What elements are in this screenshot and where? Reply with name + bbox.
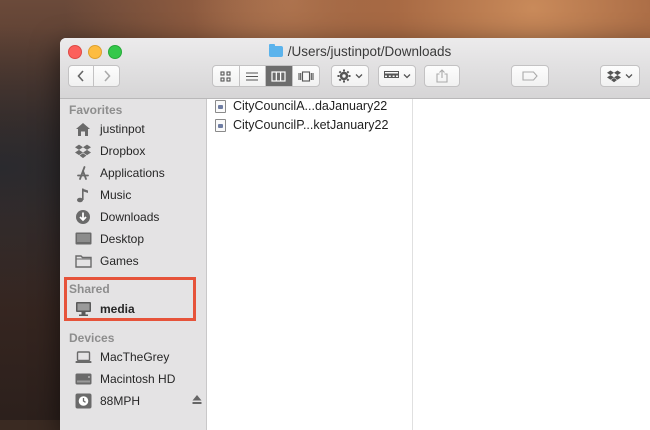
sidebar-item-88mph[interactable]: 88MPH: [74, 391, 202, 411]
dropbox-icon: [607, 70, 621, 82]
list-view-icon: [246, 71, 259, 81]
folder-icon: [268, 44, 283, 57]
sidebar-item-desktop[interactable]: Desktop: [74, 229, 144, 249]
arrange-icon: [383, 71, 399, 78]
icon-view-button[interactable]: [213, 66, 240, 86]
favorites-heading: Favorites: [69, 103, 123, 117]
file-item[interactable]: CityCouncilP...ketJanuary22: [215, 116, 388, 134]
chevron-down-icon: [625, 74, 633, 79]
window-title: /Users/justinpot/Downloads: [60, 44, 650, 59]
chevron-down-icon: [355, 74, 363, 79]
sidebar-item-music[interactable]: Music: [74, 185, 131, 205]
sidebar-item-downloads[interactable]: Downloads: [74, 207, 159, 227]
dropbox-icon: [74, 142, 92, 160]
chevron-left-icon: [77, 70, 84, 82]
laptop-icon: [74, 348, 92, 366]
chevron-right-icon: [103, 70, 111, 82]
sidebar-item-applications[interactable]: Applications: [74, 163, 165, 183]
music-icon: [74, 186, 92, 204]
view-mode-control: [212, 65, 320, 87]
devices-heading: Devices: [69, 331, 115, 345]
tag-icon: [522, 71, 538, 81]
applications-icon: [74, 164, 92, 182]
arrange-menu-button[interactable]: [378, 65, 416, 87]
file-item[interactable]: CityCouncilA...daJanuary22: [215, 97, 387, 115]
forward-button[interactable]: [94, 66, 119, 86]
list-view-button[interactable]: [240, 66, 266, 86]
column-browser: [207, 99, 650, 430]
chevron-down-icon: [403, 74, 410, 79]
sidebar-item-macthegrey[interactable]: MacTheGrey: [74, 347, 169, 367]
navigation-buttons: [68, 65, 120, 87]
document-icon: [215, 99, 226, 113]
sidebar-item-justinpot[interactable]: justinpot: [74, 119, 145, 139]
time-machine-drive-icon: [74, 392, 92, 410]
eject-icon[interactable]: [192, 394, 202, 408]
gear-icon: [337, 69, 351, 83]
column-view-icon: [271, 70, 286, 82]
title-bar[interactable]: /Users/justinpot/Downloads: [60, 38, 650, 99]
sidebar-item-dropbox[interactable]: Dropbox: [74, 141, 145, 161]
tags-button[interactable]: [511, 65, 549, 87]
sidebar-item-games[interactable]: Games: [74, 251, 139, 271]
back-button[interactable]: [69, 66, 95, 86]
column-view-button[interactable]: [266, 66, 293, 86]
cover-flow-view-button[interactable]: [293, 66, 319, 86]
action-menu-button[interactable]: [331, 65, 369, 87]
sidebar-item-macintosh-hd[interactable]: Macintosh HD: [74, 369, 175, 389]
sidebar: Favorites justinpot Dropbox Applications…: [60, 99, 207, 430]
icon-view-icon: [220, 70, 231, 82]
downloads-icon: [74, 208, 92, 226]
dropbox-menu-button[interactable]: [600, 65, 640, 87]
share-icon: [436, 69, 448, 83]
shared-highlight-box: [64, 277, 196, 321]
hard-drive-icon: [74, 370, 92, 388]
share-button[interactable]: [424, 65, 460, 87]
document-icon: [215, 118, 226, 132]
cover-flow-icon: [298, 70, 314, 82]
folder-icon: [74, 252, 92, 270]
column-divider[interactable]: [412, 99, 413, 430]
desktop-icon: [74, 230, 92, 248]
home-icon: [74, 120, 92, 138]
